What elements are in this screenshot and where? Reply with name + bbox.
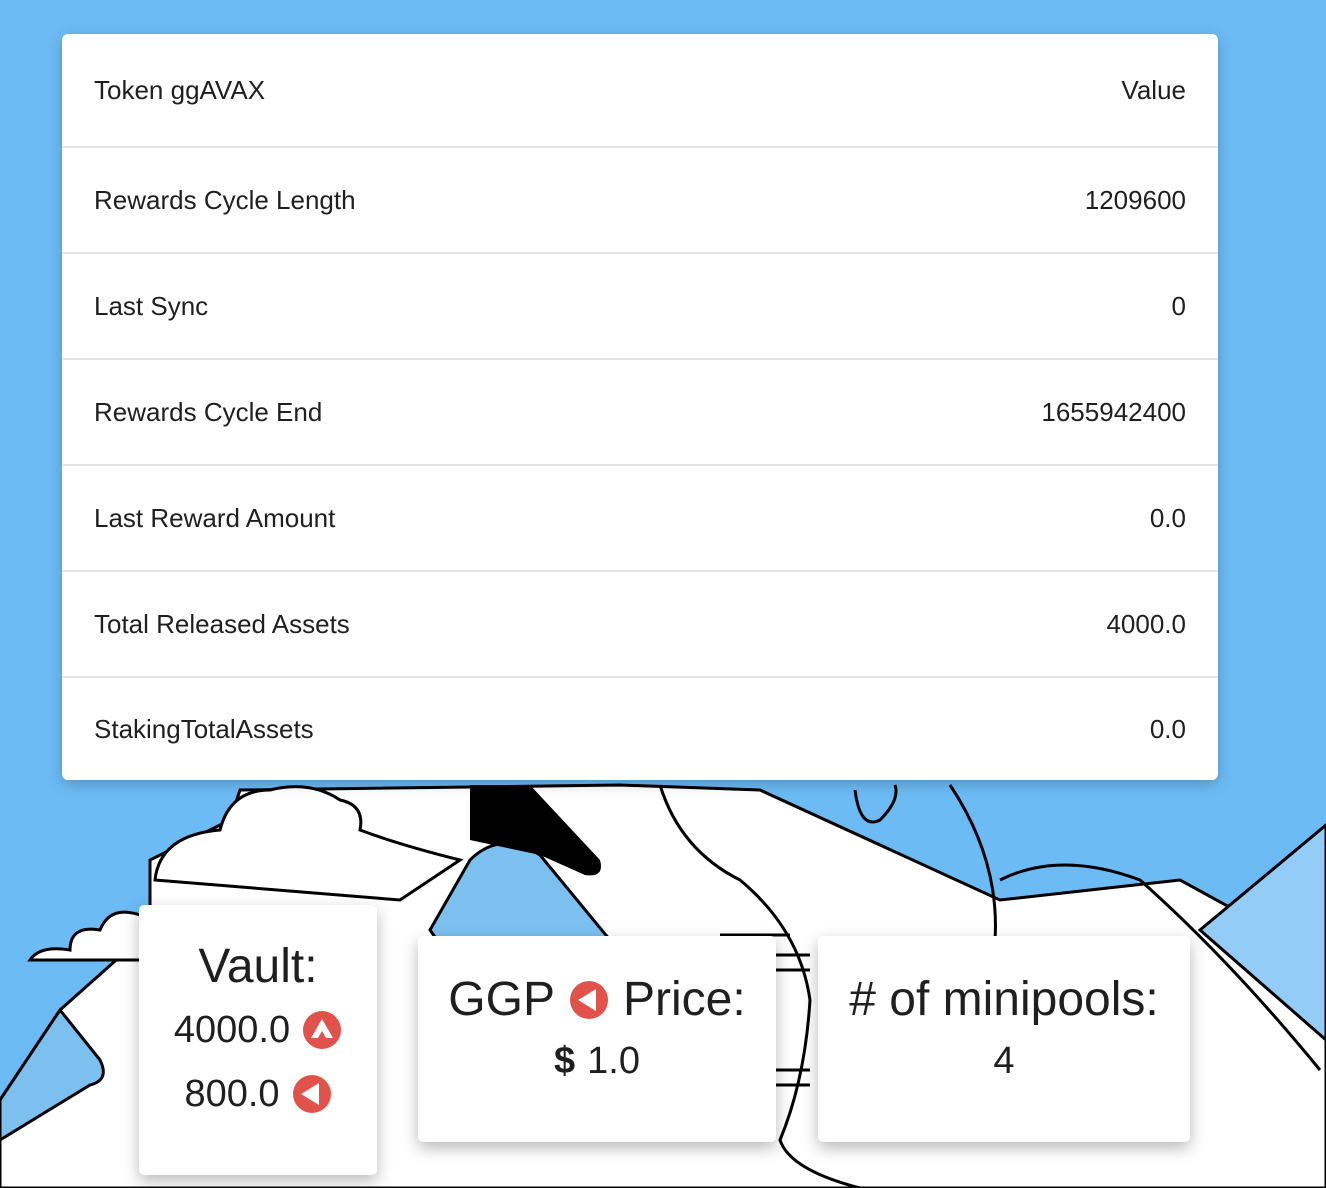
vault-card: Vault: 4000.0 800.0	[139, 905, 377, 1175]
price-title-prefix: GGP	[448, 973, 555, 1026]
minipools-count: 4	[993, 1040, 1015, 1082]
row-label: Total Released Assets	[94, 608, 350, 639]
ggavax-table: Token ggAVAX Value Rewards Cycle Length …	[62, 34, 1218, 780]
row-value: 1655942400	[1041, 396, 1186, 427]
row-label: Rewards Cycle End	[94, 396, 323, 427]
minipools-card: # of minipools: 4	[818, 936, 1190, 1142]
price-value: 1.0	[587, 1040, 640, 1082]
row-value: 0	[1171, 290, 1186, 321]
avax-icon	[303, 1011, 342, 1049]
vault-ggp-amount: 800.0	[184, 1073, 280, 1115]
table-row-last-reward-amount: Last Reward Amount 0.0	[62, 464, 1218, 570]
ggp-icon	[569, 981, 608, 1019]
ggp-price-card: GGP Price: $ 1.0	[418, 936, 776, 1142]
vault-title: Vault:	[198, 940, 318, 993]
row-label: Last Reward Amount	[94, 502, 336, 533]
table-row-total-released-assets: Total Released Assets 4000.0	[62, 570, 1218, 676]
price-title-suffix: Price:	[622, 973, 746, 1026]
ggp-price-title: GGP Price:	[448, 972, 745, 1028]
ggp-icon	[292, 1075, 331, 1113]
ggp-price-value-row: $ 1.0	[554, 1038, 640, 1084]
vault-ggp-amount-row: 800.0	[184, 1071, 331, 1117]
vault-avax-amount: 4000.0	[173, 1009, 291, 1051]
table-row-staking-total-assets: StakingTotalAssets 0.0	[62, 676, 1218, 780]
vault-avax-amount-row: 4000.0	[174, 1007, 342, 1053]
header-value-label: Value	[1121, 74, 1186, 105]
row-value: 4000.0	[1106, 608, 1186, 639]
row-value: 0.0	[1149, 713, 1186, 744]
row-value: 1209600	[1084, 184, 1186, 215]
row-label: Rewards Cycle Length	[94, 184, 356, 215]
header-token-label: Token ggAVAX	[94, 74, 266, 105]
table-row-last-sync: Last Sync 0	[62, 252, 1218, 358]
row-label: StakingTotalAssets	[94, 713, 314, 744]
price-currency: $	[554, 1040, 576, 1082]
table-row-rewards-cycle-length: Rewards Cycle Length 1209600	[62, 146, 1218, 252]
table-row-rewards-cycle-end: Rewards Cycle End 1655942400	[62, 358, 1218, 464]
row-label: Last Sync	[94, 290, 209, 321]
minipools-title: # of minipools:	[849, 973, 1159, 1026]
table-header-row: Token ggAVAX Value	[62, 34, 1218, 146]
row-value: 0.0	[1149, 502, 1186, 533]
